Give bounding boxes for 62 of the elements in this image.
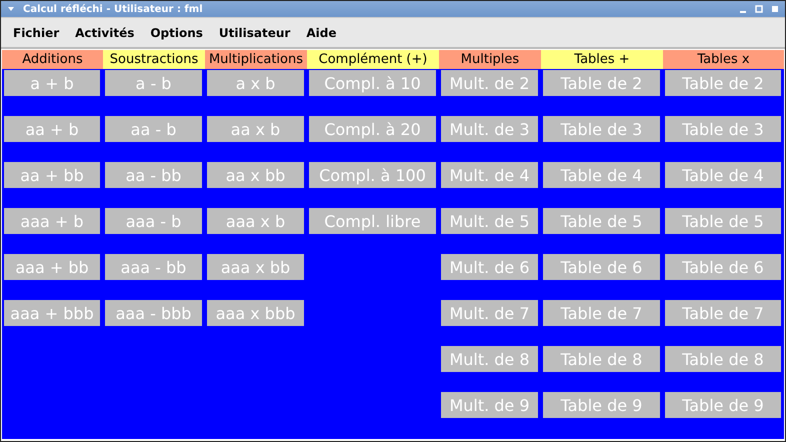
exercise-button[interactable]: aaa - bbb — [105, 300, 202, 326]
window-title: Calcul réfléchi - Utilisateur : fml — [23, 4, 204, 14]
exercise-button[interactable]: Compl. à 20 — [309, 116, 436, 142]
exercise-button[interactable]: a + b — [4, 70, 100, 96]
exercise-button[interactable]: aaa + bbb — [4, 300, 100, 326]
exercise-button[interactable]: Table de 2 — [665, 70, 781, 96]
exercise-button[interactable]: aaa - b — [105, 208, 202, 234]
exercise-button[interactable]: Mult. de 2 — [441, 70, 538, 96]
exercise-button[interactable]: Table de 7 — [665, 300, 781, 326]
exercise-button[interactable]: aa - b — [105, 116, 202, 142]
menu-item[interactable]: Activités — [67, 26, 142, 40]
column-header: Complément (+) — [307, 50, 439, 69]
exercise-button[interactable]: Mult. de 3 — [441, 116, 538, 142]
exercise-button[interactable]: Table de 5 — [543, 208, 660, 234]
exercise-button[interactable]: aa x bb — [207, 162, 304, 188]
exercise-button[interactable]: Table de 3 — [665, 116, 781, 142]
exercise-button[interactable]: Mult. de 9 — [441, 392, 538, 418]
exercise-button[interactable]: Compl. à 10 — [309, 70, 436, 96]
close-icon[interactable] — [771, 5, 779, 13]
exercise-button[interactable]: aa + bb — [4, 162, 100, 188]
exercise-button[interactable]: Mult. de 7 — [441, 300, 538, 326]
exercise-button[interactable]: Table de 2 — [543, 70, 660, 96]
exercise-button[interactable]: aaa x b — [207, 208, 304, 234]
exercise-button[interactable]: Table de 3 — [543, 116, 660, 142]
column-header: Multiplications — [205, 50, 307, 69]
exercise-button[interactable]: a x b — [207, 70, 304, 96]
exercise-button[interactable]: aa x b — [207, 116, 304, 142]
exercise-button[interactable]: Compl. à 100 — [309, 162, 436, 188]
exercise-button[interactable]: Mult. de 5 — [441, 208, 538, 234]
exercise-button[interactable]: aaa x bb — [207, 254, 304, 280]
exercise-button[interactable]: Table de 7 — [543, 300, 660, 326]
exercise-button[interactable]: a - b — [105, 70, 202, 96]
column-header: Soustractions — [103, 50, 205, 69]
exercise-button[interactable]: Mult. de 4 — [441, 162, 538, 188]
menu-item[interactable]: Utilisateur — [210, 26, 298, 40]
exercise-button[interactable]: Table de 9 — [665, 392, 781, 418]
exercise-button[interactable]: aaa + bb — [4, 254, 100, 280]
column-header: Multiples — [439, 50, 541, 69]
menu-item[interactable]: Aide — [298, 26, 344, 40]
exercise-button[interactable]: Mult. de 6 — [441, 254, 538, 280]
exercise-button[interactable]: Table de 6 — [665, 254, 781, 280]
exercise-button[interactable]: Mult. de 8 — [441, 346, 538, 372]
caret-icon[interactable] — [7, 5, 15, 13]
exercise-button[interactable]: aa - bb — [105, 162, 202, 188]
exercise-button[interactable]: Table de 8 — [543, 346, 660, 372]
exercise-button[interactable]: Table de 9 — [543, 392, 660, 418]
column-header: Tables x — [663, 50, 784, 69]
exercise-button[interactable]: Table de 5 — [665, 208, 781, 234]
menu-item[interactable]: Options — [142, 26, 211, 40]
exercise-button[interactable]: aaa + b — [4, 208, 100, 234]
column-header: Additions — [2, 50, 103, 69]
menu-item[interactable]: Fichier — [5, 26, 68, 40]
exercise-button[interactable]: aaa - bb — [105, 254, 202, 280]
exercise-button[interactable]: aaa x bbb — [207, 300, 304, 326]
maximize-icon[interactable] — [755, 5, 763, 13]
exercise-button[interactable]: aa + b — [4, 116, 100, 142]
column-header: Tables + — [541, 50, 663, 69]
exercise-button[interactable]: Compl. libre — [309, 208, 436, 234]
exercise-button[interactable]: Table de 4 — [543, 162, 660, 188]
exercise-button[interactable]: Table de 6 — [543, 254, 660, 280]
exercise-button[interactable]: Table de 4 — [665, 162, 781, 188]
exercise-button[interactable]: Table de 8 — [665, 346, 781, 372]
